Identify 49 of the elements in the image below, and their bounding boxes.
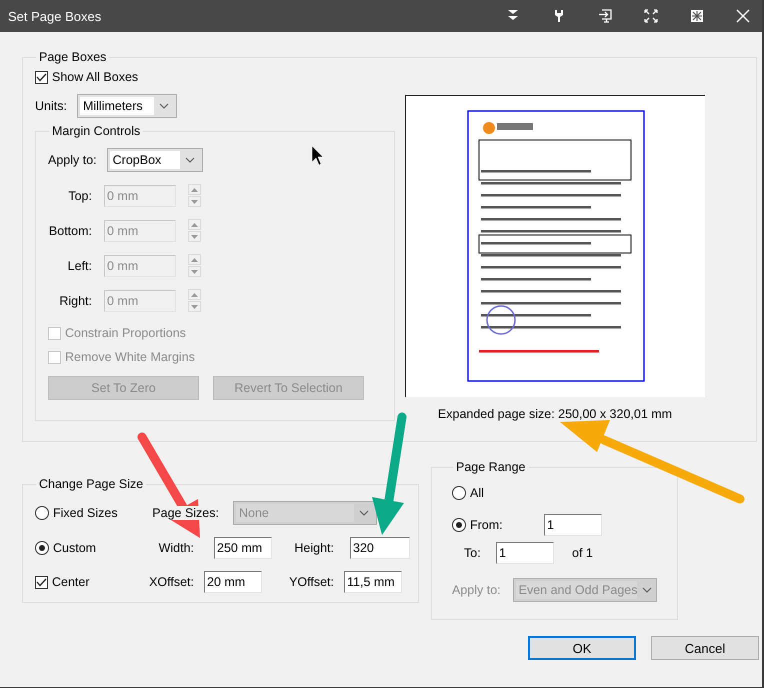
double-chevron-icon[interactable] xyxy=(506,9,520,23)
checkbox-label: Show All Boxes xyxy=(52,70,138,84)
group-title: Change Page Size xyxy=(38,477,144,491)
page-size-caption: Expanded page size: 250,00 x 320,01 mm xyxy=(438,406,672,420)
window-title: Set Page Boxes xyxy=(8,8,102,24)
from-field[interactable]: 1 xyxy=(544,514,602,536)
field-label: To: xyxy=(464,546,482,560)
width-field[interactable]: 250 mm xyxy=(214,537,272,559)
yoffset-field[interactable]: 11,5 mm xyxy=(344,571,402,593)
radio-label: Custom xyxy=(53,541,96,555)
checkbox[interactable] xyxy=(35,70,48,84)
field-label: Units: xyxy=(35,99,67,113)
radio-button[interactable] xyxy=(35,506,49,520)
field-label: Apply to: xyxy=(48,153,97,167)
field-label: Height: xyxy=(293,541,334,555)
field-label: Width: xyxy=(158,541,194,555)
grid-icon[interactable] xyxy=(690,9,704,23)
field-label: XOffset: xyxy=(148,575,194,589)
checkbox[interactable] xyxy=(35,576,48,588)
radio-button[interactable] xyxy=(35,541,49,555)
close-icon[interactable] xyxy=(736,9,750,23)
field-label: Apply to: xyxy=(452,583,501,597)
xoffset-field[interactable]: 20 mm xyxy=(204,571,262,593)
mouse-cursor-icon xyxy=(312,146,324,166)
radio-label: Fixed Sizes xyxy=(53,506,118,520)
field-label: Left: xyxy=(66,258,92,272)
checkbox-label: Center xyxy=(52,575,90,589)
field-label: Top: xyxy=(67,188,92,202)
radio-label: From: xyxy=(470,518,503,532)
group-title: Page Range xyxy=(455,460,527,474)
checkbox-label: Remove White Margins xyxy=(65,350,195,364)
wrench-icon[interactable] xyxy=(552,9,566,23)
dialog-button[interactable]: OK xyxy=(528,636,636,660)
field-label: Bottom: xyxy=(48,224,92,238)
radio-button[interactable] xyxy=(452,486,466,500)
radio-label: All xyxy=(470,486,484,500)
units-dropdown[interactable]: Millimeters xyxy=(76,94,177,118)
dialog-button[interactable]: Cancel xyxy=(651,636,759,660)
field-label: Right: xyxy=(58,294,92,308)
import-icon[interactable] xyxy=(598,9,612,23)
group-title: Page Boxes xyxy=(38,50,108,64)
to-field[interactable]: 1 xyxy=(496,542,554,564)
checkbox-label: Constrain Proportions xyxy=(65,326,186,340)
radio-button[interactable] xyxy=(452,518,466,532)
group-title: Margin Controls xyxy=(51,124,142,138)
height-field[interactable]: 320 xyxy=(350,537,410,559)
page-count: of 1 xyxy=(572,546,593,560)
expand-icon[interactable] xyxy=(644,9,658,23)
field-label: YOffset: xyxy=(288,575,334,589)
